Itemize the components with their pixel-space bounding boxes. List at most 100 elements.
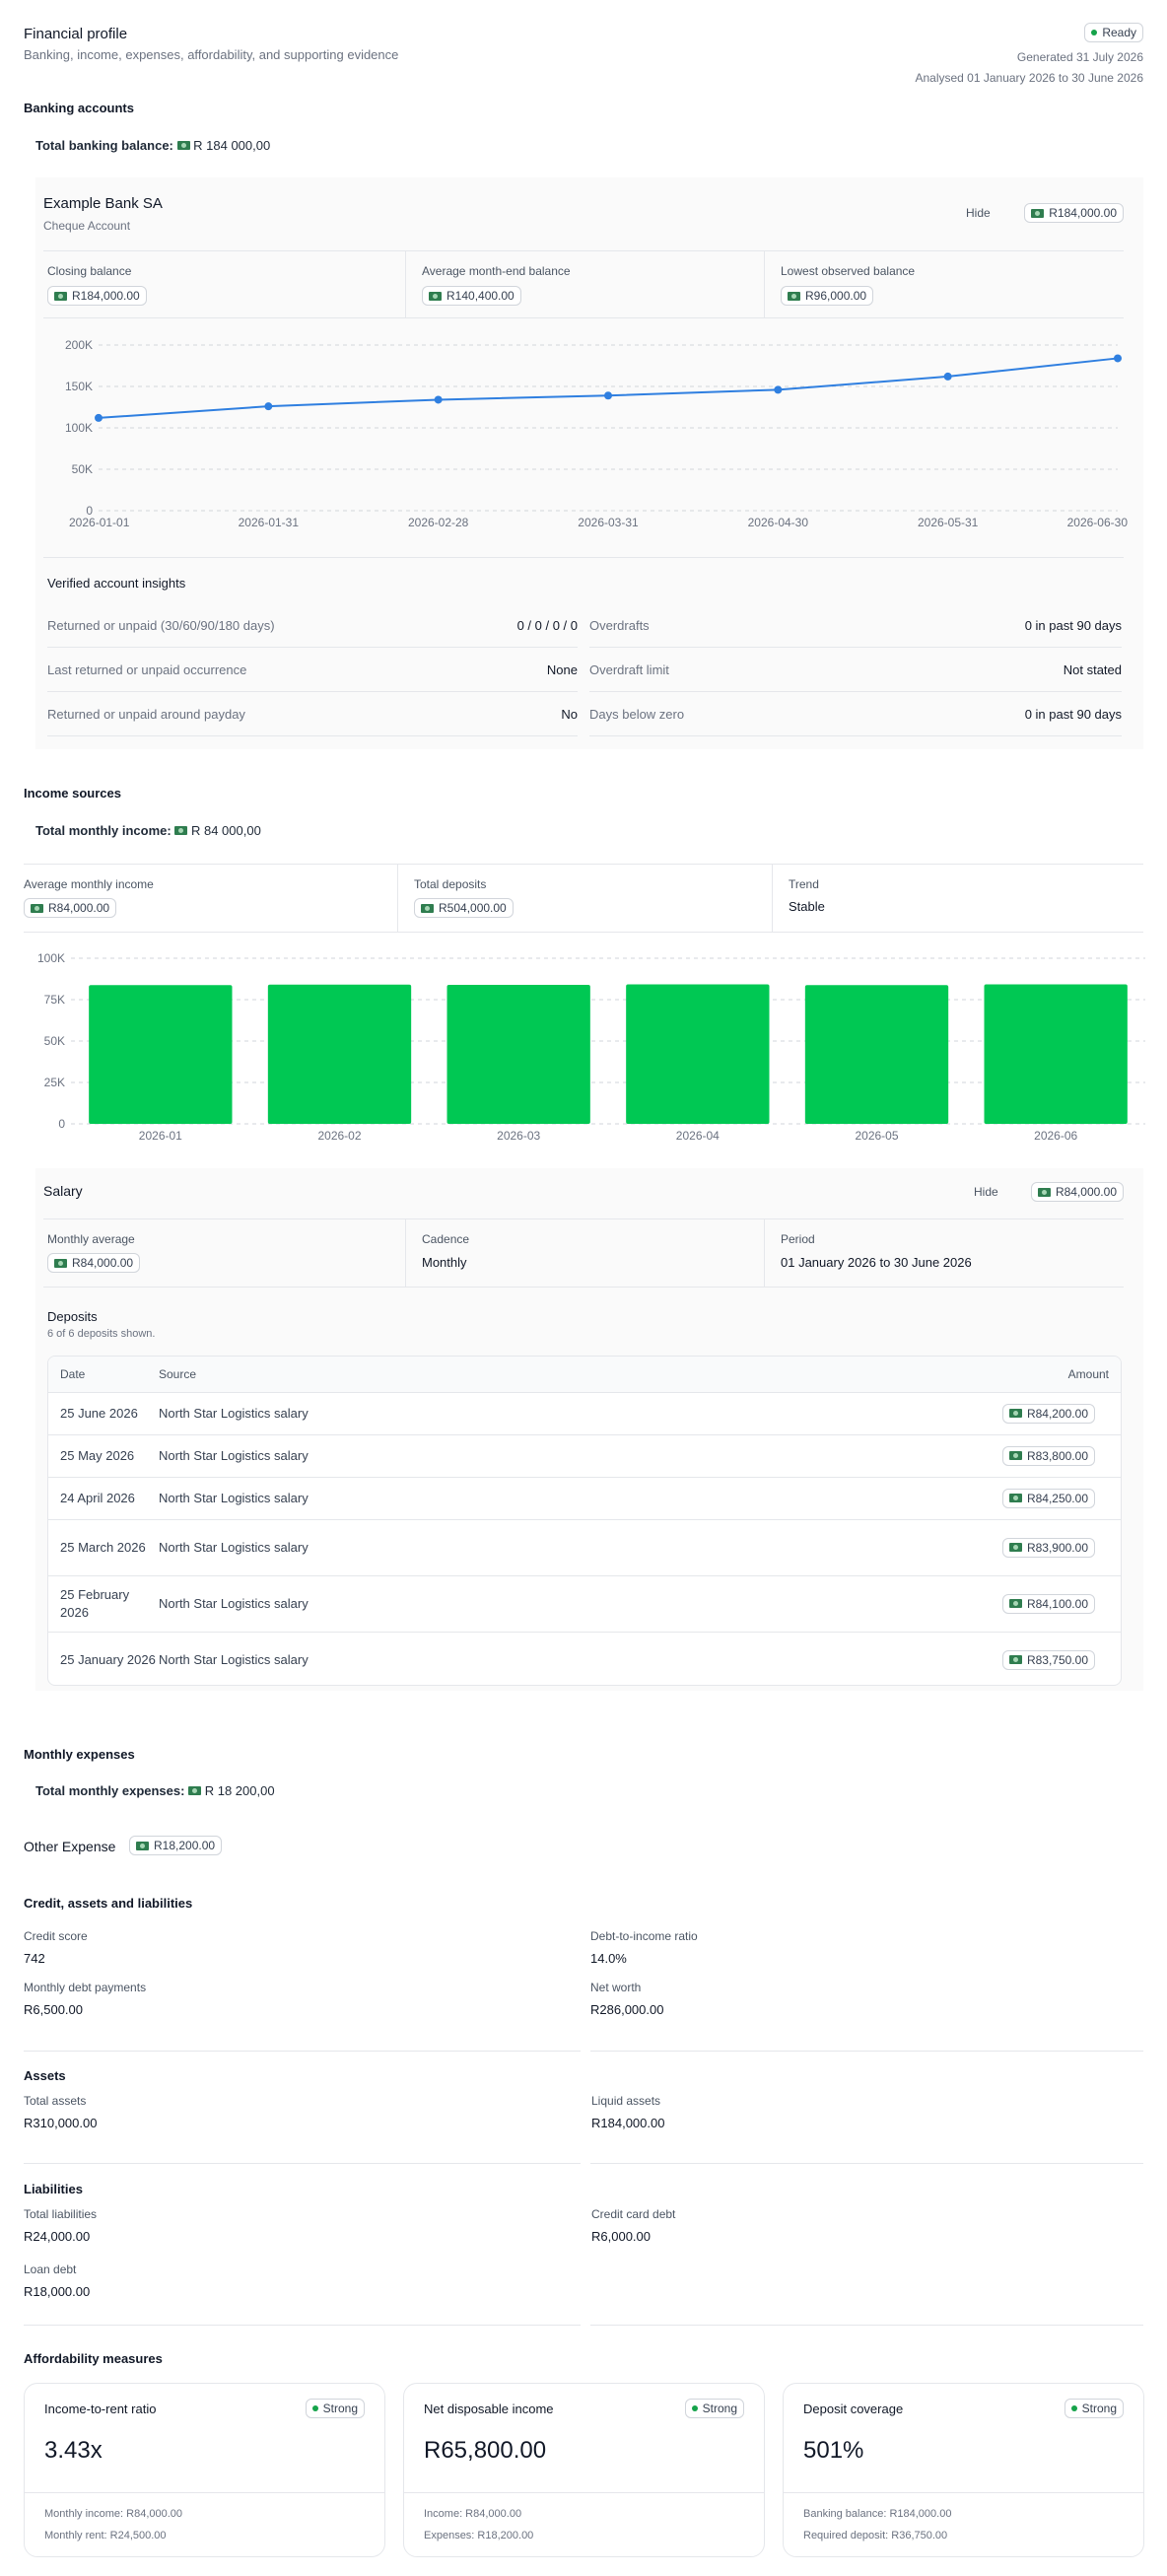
x-tick-label: 2026-04 [676, 1129, 720, 1143]
strength-badge: Strong [684, 2399, 744, 2418]
deposit-date: 25 March 2026 [60, 1539, 146, 1555]
account-balance-value: R184,000.00 [1049, 206, 1117, 220]
data-point [774, 385, 783, 394]
deposit-amount-text: R84,200.00 [1026, 1406, 1088, 1421]
salary-badge-value: R84,000.00 [1055, 1185, 1117, 1199]
x-tick-label: 2026-01-31 [239, 516, 300, 529]
total-monthly-expenses: Total monthly expenses: R 18 200,00 [35, 1783, 275, 1798]
income-bar-chart: 0 25K 50K 75K 100K 2026-01 2026-02 2026-03 2026-… [37, 951, 1145, 1143]
total-assets-label: Total assets [24, 2094, 87, 2108]
hide-account-button[interactable]: Hide [966, 206, 991, 220]
deposit-source: North Star Logistics salary [159, 1652, 309, 1668]
cash-icon [54, 291, 67, 301]
income-bar [446, 985, 590, 1124]
salary-badge: R84,000.00 [1030, 1182, 1124, 1202]
insight-value: No [561, 706, 578, 722]
x-tick-label: 2026-06 [1034, 1129, 1077, 1143]
x-tick-label: 2026-03-31 [578, 516, 639, 529]
credit-card-debt-label: Credit card debt [591, 2207, 676, 2221]
credit-score-value: 742 [24, 1951, 45, 1966]
status-label: Ready [1102, 26, 1136, 39]
other-expense-label: Other Expense [24, 1839, 116, 1854]
credit-card-debt-value: R6,000.00 [591, 2229, 651, 2244]
cash-icon [421, 903, 434, 913]
card-line-1: Monthly income: R84,000.00 [44, 2508, 183, 2520]
badge-label: Strong [1081, 2402, 1117, 2415]
total-income-value: R 84 000,00 [190, 823, 261, 838]
x-tick-label: 2026-05-31 [918, 516, 979, 529]
cadence-label: Cadence [422, 1232, 470, 1246]
deposit-source: North Star Logistics salary [159, 1540, 309, 1555]
data-point [264, 402, 273, 411]
status-badge: Ready [1084, 23, 1143, 42]
deposit-amount-badge: R83,750.00 [1001, 1649, 1095, 1670]
card-line-1: Banking balance: R184,000.00 [803, 2508, 952, 2520]
card-value: 501% [803, 2437, 864, 2464]
cash-icon [1008, 1451, 1022, 1460]
total-deposits-value: R504,000.00 [414, 898, 514, 918]
table-row: 24 April 2026 North Star Logistics salary… [48, 1477, 1121, 1519]
card-title: Net disposable income [424, 2402, 554, 2416]
page-title: Financial profile [24, 26, 128, 42]
cash-icon [1008, 1543, 1022, 1552]
liquid-assets-value: R184,000.00 [591, 2116, 665, 2130]
trend-label: Trend [789, 877, 819, 891]
card-line-1: Income: R84,000.00 [424, 2508, 522, 2520]
y-tick-label: 100K [37, 951, 65, 965]
insight-row-right: Overdraft limit Not stated [589, 648, 1122, 692]
monthly-debt-label: Monthly debt payments [24, 1981, 147, 1994]
insight-row-left: Returned or unpaid (30/60/90/180 days) 0 … [47, 603, 578, 648]
insights-title: Verified account insights [47, 576, 186, 591]
x-tick-label: 2026-06-30 [1067, 516, 1128, 529]
deposit-amount-text: R83,800.00 [1026, 1448, 1088, 1463]
card-line-2: Monthly rent: R24,500.00 [44, 2530, 167, 2541]
liabilities-title: Liabilities [24, 2182, 83, 2196]
y-tick-label: 100K [65, 421, 93, 435]
deposit-amount: R84,100.00 [696, 1575, 1121, 1632]
affordability-card: Deposit coverage Strong 501% Banking bal… [783, 2383, 1144, 2557]
status-dot-icon [691, 2405, 698, 2411]
deposits-title: Deposits [47, 1309, 98, 1324]
table-header-row: Date Source Amount [48, 1357, 1121, 1392]
total-liabilities-label: Total liabilities [24, 2207, 98, 2221]
credit-score-label: Credit score [24, 1929, 88, 1943]
hide-salary-button[interactable]: Hide [974, 1185, 998, 1199]
status-dot-icon [1091, 30, 1098, 35]
data-point [95, 413, 103, 422]
cash-icon [54, 1258, 67, 1268]
insight-label: Overdrafts [589, 617, 650, 633]
affordability-card: Income-to-rent ratio Strong 3.43x Monthl… [24, 2383, 385, 2557]
deposit-source: North Star Logistics salary [159, 1596, 309, 1611]
total-liabilities-value: R24,000.00 [24, 2229, 91, 2244]
average-balance-text: R140,400.00 [446, 289, 515, 303]
insight-value: 0 in past 90 days [1024, 617, 1122, 633]
avg-income-label: Average monthly income [24, 877, 154, 891]
net-worth-value: R286,000.00 [590, 2002, 664, 2017]
total-assets-value: R310,000.00 [24, 2116, 98, 2130]
deposit-amount: R83,750.00 [696, 1632, 1121, 1685]
deposit-amount-text: R84,250.00 [1026, 1491, 1088, 1505]
x-tick-label: 2026-01 [139, 1129, 182, 1143]
page-subtitle: Banking, income, expenses, affordability… [24, 47, 399, 62]
total-income-label: Total monthly income: [35, 823, 172, 838]
lowest-balance-text: R96,000.00 [805, 289, 867, 303]
account-type: Cheque Account [43, 219, 131, 233]
liquid-assets-label: Liquid assets [591, 2094, 661, 2108]
insight-label: Overdraft limit [589, 661, 669, 677]
loan-debt-value: R18,000.00 [24, 2284, 91, 2299]
deposit-date: 25 June 2026 [60, 1405, 138, 1421]
total-banking-balance: Total banking balance: R 184 000,00 [35, 138, 270, 153]
x-tick-label: 2026-02 [317, 1129, 361, 1143]
insight-row-left: Returned or unpaid around payday No [47, 692, 578, 736]
deposit-amount: R84,250.00 [696, 1477, 1121, 1519]
generated-date: Generated 31 July 2026 [1016, 50, 1143, 64]
y-tick-label: 50K [44, 1034, 65, 1048]
analysed-period: Analysed 01 January 2026 to 30 June 2026 [915, 71, 1143, 85]
deposit-amount: R84,200.00 [696, 1392, 1121, 1434]
cash-icon [788, 291, 800, 301]
deposit-amount-text: R83,900.00 [1026, 1540, 1088, 1555]
badge-label: Strong [322, 2402, 358, 2415]
strength-badge: Strong [1064, 2399, 1124, 2418]
cadence-value: Monthly [422, 1255, 467, 1270]
deposit-amount-badge: R83,900.00 [1001, 1537, 1095, 1558]
